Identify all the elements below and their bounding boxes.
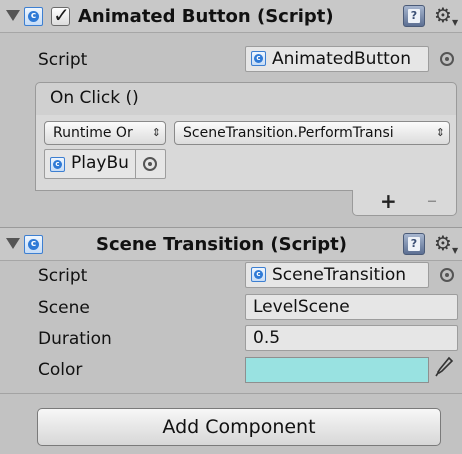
add-component-button[interactable]: Add Component <box>37 408 441 446</box>
script-value: AnimatedButton <box>272 49 411 69</box>
animated-button-header[interactable]: c ✓ Animated Button (Script) ? ⚙ ▼ <box>0 0 462 33</box>
on-click-title: On Click () <box>50 88 139 108</box>
foldout-arrow-icon[interactable] <box>6 10 20 21</box>
add-listener-button[interactable]: + <box>380 189 397 213</box>
script-field[interactable]: c AnimatedButton <box>245 46 429 72</box>
eyedropper-icon[interactable] <box>434 356 454 383</box>
function-dropdown-label: SceneTransition.PerformTransi <box>183 125 394 141</box>
duration-field[interactable]: 0.5 <box>245 325 458 351</box>
foldout-arrow-icon[interactable] <box>6 238 20 249</box>
script-icon: c <box>251 51 266 66</box>
script-icon: c <box>24 235 43 254</box>
remove-listener-button[interactable]: – <box>427 188 437 212</box>
script-icon: c <box>251 267 266 282</box>
script-label: Script <box>38 266 88 286</box>
target-object-field[interactable]: c PlayBu <box>44 149 166 179</box>
scene-transition-header[interactable]: c Scene Transition (Script) ? ⚙ ▼ <box>0 227 462 261</box>
duration-label: Duration <box>38 329 112 349</box>
help-book-icon[interactable]: ? <box>403 233 425 255</box>
function-dropdown[interactable]: SceneTransition.PerformTransi ⇕ <box>174 121 450 145</box>
scene-field[interactable]: LevelScene <box>245 294 458 320</box>
gear-icon[interactable]: ⚙ <box>434 233 452 253</box>
scene-label: Scene <box>38 298 90 318</box>
script-value: SceneTransition <box>272 265 407 285</box>
object-picker-icon[interactable] <box>143 157 157 171</box>
script-field[interactable]: c SceneTransition <box>245 262 429 288</box>
object-icon: c <box>50 157 65 172</box>
object-picker-icon[interactable] <box>440 52 454 66</box>
chevron-down-icon: ▼ <box>452 246 459 255</box>
color-field[interactable] <box>245 357 429 383</box>
help-book-icon[interactable]: ? <box>403 5 425 27</box>
runtime-dropdown[interactable]: Runtime Or ⇕ <box>44 121 166 145</box>
component-title: Scene Transition (Script) <box>96 234 347 255</box>
color-label: Color <box>38 360 83 380</box>
chevron-down-icon: ▼ <box>452 18 459 27</box>
dropdown-arrows-icon: ⇕ <box>435 126 445 139</box>
on-click-header: On Click () <box>35 82 457 116</box>
object-picker-icon[interactable] <box>440 268 454 282</box>
gear-icon[interactable]: ⚙ <box>434 5 452 25</box>
divider <box>135 150 136 178</box>
script-label: Script <box>38 50 88 70</box>
list-footer: + – <box>352 188 457 216</box>
script-icon: c <box>24 7 43 26</box>
enabled-checkbox[interactable]: ✓ <box>51 4 70 26</box>
runtime-dropdown-label: Runtime Or <box>53 125 133 141</box>
divider <box>0 393 462 394</box>
component-title: Animated Button (Script) <box>78 6 334 27</box>
dropdown-arrows-icon: ⇕ <box>151 126 161 139</box>
target-object-value: PlayBu <box>71 153 129 173</box>
